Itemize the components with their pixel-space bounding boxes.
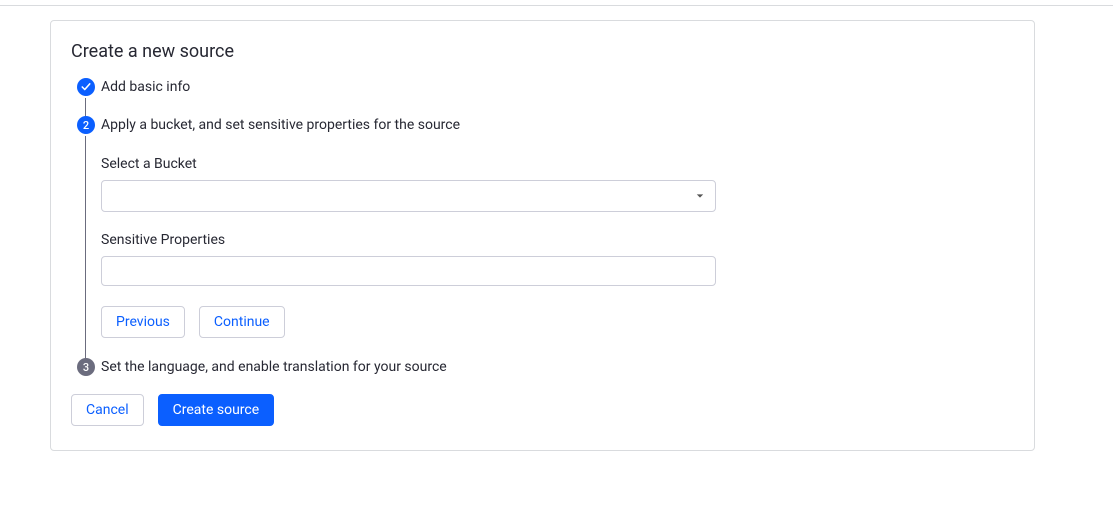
- step-circle-pending: 3: [77, 358, 95, 376]
- step-connector: [85, 136, 86, 366]
- cancel-button[interactable]: Cancel: [71, 394, 144, 426]
- step-2-label: Apply a bucket, and set sensitive proper…: [101, 116, 1014, 134]
- bucket-label: Select a Bucket: [101, 156, 716, 172]
- bucket-form-group: Select a Bucket: [101, 156, 716, 212]
- continue-button[interactable]: Continue: [199, 306, 285, 338]
- bucket-select[interactable]: [101, 180, 716, 212]
- wizard-footer: Cancel Create source: [71, 394, 1014, 426]
- step-2: 2 Apply a bucket, and set sensitive prop…: [71, 116, 1014, 358]
- sensitive-label: Sensitive Properties: [101, 232, 716, 248]
- step-indicator: [71, 78, 101, 116]
- wizard-card: Create a new source Add basic info 2: [50, 20, 1035, 451]
- step-indicator: 2: [71, 116, 101, 358]
- step-3: 3 Set the language, and enable translati…: [71, 358, 1014, 376]
- sensitive-form-group: Sensitive Properties: [101, 232, 716, 286]
- step-3-label: Set the language, and enable translation…: [101, 358, 1014, 376]
- step-2-content: Apply a bucket, and set sensitive proper…: [101, 116, 1014, 358]
- step-2-body: Select a Bucket Sensitive Properties: [101, 134, 716, 346]
- sensitive-input[interactable]: [101, 256, 716, 286]
- step-button-row: Previous Continue: [101, 306, 716, 338]
- step-circle-active: 2: [77, 116, 95, 134]
- page-title: Create a new source: [71, 41, 1014, 62]
- step-1-content: Add basic info: [101, 78, 1014, 116]
- create-source-button[interactable]: Create source: [158, 394, 275, 426]
- step-1: Add basic info: [71, 78, 1014, 116]
- step-1-label: Add basic info: [101, 78, 1014, 96]
- bucket-select-wrap: [101, 180, 716, 212]
- previous-button[interactable]: Previous: [101, 306, 185, 338]
- top-divider: [0, 0, 1113, 6]
- step-3-content: Set the language, and enable translation…: [101, 358, 1014, 376]
- wizard-steps: Add basic info 2 Apply a bucket, and set…: [71, 78, 1014, 376]
- step-indicator: 3: [71, 358, 101, 376]
- step-circle-done: [77, 78, 95, 96]
- check-icon: [81, 82, 91, 92]
